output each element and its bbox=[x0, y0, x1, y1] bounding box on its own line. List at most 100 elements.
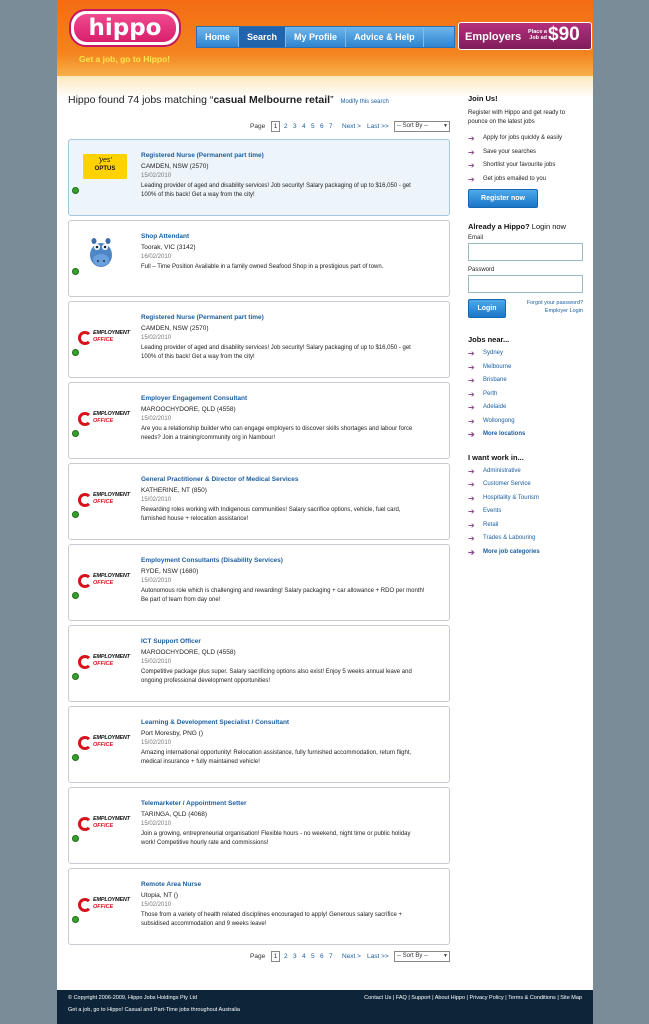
job-ad-price: $90 bbox=[548, 24, 580, 45]
nav-search[interactable]: Search bbox=[239, 27, 287, 47]
sidebar-link[interactable]: ➔ Perth bbox=[468, 390, 584, 404]
more-link[interactable]: ➔ More locations bbox=[468, 430, 584, 444]
nav-my-profile[interactable]: My Profile bbox=[286, 27, 347, 47]
job-title-link[interactable]: Telemarketer / Appointment Setter bbox=[141, 800, 246, 807]
pager-last-link[interactable]: Last >> bbox=[367, 953, 389, 960]
job-description: Are you a relationship builder who can e… bbox=[141, 426, 413, 441]
job-title-link[interactable]: Employment Consultants (Disability Servi… bbox=[141, 557, 283, 564]
login-button[interactable]: Login bbox=[468, 299, 506, 318]
pager-page-link[interactable]: 6 bbox=[320, 123, 324, 130]
more-link[interactable]: ➔ More job categories bbox=[468, 548, 584, 562]
employment-office-swirl-icon bbox=[78, 736, 92, 750]
forgot-password-link[interactable]: Forgot your password? bbox=[527, 299, 583, 307]
item-label: Events bbox=[483, 508, 502, 514]
job-listing[interactable]: EMPLOYMENT OFFICE ICT Support Officer MAROO… bbox=[68, 625, 450, 702]
header-tagline: Get a job, go to Hippo! bbox=[79, 54, 171, 64]
nav-advice-help[interactable]: Advice & Help bbox=[346, 27, 424, 47]
hippo-logo[interactable]: hippo bbox=[69, 9, 181, 47]
pager-page-link[interactable]: 3 bbox=[293, 123, 297, 130]
job-listing[interactable]: 'yes' OPTUS Registered Nurse (Permanent pa… bbox=[68, 139, 450, 216]
join-text: Register with Hippo and get ready to pou… bbox=[468, 110, 566, 125]
pager-page-link[interactable]: 7 bbox=[329, 953, 333, 960]
job-title-link[interactable]: Registered Nurse (Permanent part time) bbox=[141, 314, 264, 321]
email-field[interactable] bbox=[468, 243, 583, 261]
sidebar-link[interactable]: ➔ Trades & Labouring bbox=[468, 534, 584, 548]
employment-office-swirl-icon bbox=[78, 331, 92, 345]
pager-bottom: Page 1 2 3 4 5 6 7 Next > Last >> -- Sort By -- ▼ bbox=[68, 951, 452, 964]
pager-page-link[interactable]: 5 bbox=[311, 123, 315, 130]
pager-page-link[interactable]: 5 bbox=[311, 953, 315, 960]
employers-button[interactable]: Employers Place a Job ad $90 bbox=[458, 22, 592, 50]
pager-next-link[interactable]: Next > bbox=[342, 953, 361, 960]
work-in-list: ➔ Administrative ➔ Customer Service ➔ Hospita… bbox=[468, 467, 584, 562]
item-label: Hospitality & Tourism bbox=[483, 494, 539, 501]
register-button[interactable]: Register now bbox=[468, 189, 538, 208]
arrow-right-icon: ➔ bbox=[468, 147, 475, 157]
pager-last-link[interactable]: Last >> bbox=[367, 123, 389, 130]
arrow-right-icon: ➔ bbox=[468, 174, 475, 184]
job-title-link[interactable]: Learning & Development Specialist / Cons… bbox=[141, 719, 289, 726]
job-listing[interactable]: EMPLOYMENT OFFICE General Practitioner & D… bbox=[68, 463, 450, 540]
sidebar-link[interactable]: ➔ Hospitality & Tourism bbox=[468, 494, 584, 508]
copyright: © Copyright 2006-2009, Hippo Jobs Holdin… bbox=[68, 995, 198, 1001]
sidebar-link[interactable]: ➔ Events bbox=[468, 507, 584, 521]
sidebar-link[interactable]: ➔ Administrative bbox=[468, 467, 584, 481]
job-title-link[interactable]: General Practitioner & Director of Medic… bbox=[141, 476, 299, 483]
employer-login-link[interactable]: Employer Login bbox=[527, 307, 583, 315]
sidebar-link[interactable]: ➔ Melbourne bbox=[468, 363, 584, 377]
job-location: TARINGA, QLD (4068) bbox=[141, 811, 207, 818]
pager-current-page[interactable]: 1 bbox=[271, 951, 280, 962]
sidebar-link[interactable]: ➔ Retail bbox=[468, 521, 584, 535]
status-dot-icon bbox=[72, 430, 79, 437]
footer-links[interactable]: Contact Us | FAQ | Support | About Hippo… bbox=[364, 995, 582, 1001]
job-listing[interactable]: EMPLOYMENT OFFICE Employer Engagement Cons… bbox=[68, 382, 450, 459]
item-label: Brisbane bbox=[483, 377, 507, 383]
employment-office-line1: EMPLOYMENT bbox=[93, 573, 130, 579]
login-heading: Already a Hippo? Login now bbox=[468, 222, 584, 231]
pager-page-link[interactable]: 7 bbox=[329, 123, 333, 130]
arrow-right-icon: ➔ bbox=[468, 430, 475, 439]
results-query: casual Melbourne retail bbox=[213, 94, 331, 106]
job-listing[interactable]: EMPLOYMENT OFFICE Telemarketer / Appointme… bbox=[68, 787, 450, 864]
sidebar-link[interactable]: ➔ Customer Service bbox=[468, 480, 584, 494]
job-title-link[interactable]: Shop Attendant bbox=[141, 233, 189, 240]
job-listing[interactable]: Shop Attendant Toorak, VIC (3142) 16/02/20… bbox=[68, 220, 450, 297]
sort-by-select[interactable]: -- Sort By -- ▼ bbox=[394, 951, 450, 962]
item-label: Get jobs emailed to you bbox=[483, 175, 547, 182]
pager-page-link[interactable]: 3 bbox=[293, 953, 297, 960]
optus-logo-tagline: 'yes' bbox=[98, 157, 112, 164]
job-title-link[interactable]: Employer Engagement Consultant bbox=[141, 395, 247, 402]
sidebar-link[interactable]: ➔ Sydney bbox=[468, 349, 584, 363]
pager-next-link[interactable]: Next > bbox=[342, 123, 361, 130]
pager-page-link[interactable]: 4 bbox=[302, 123, 306, 130]
employment-office-line1: EMPLOYMENT bbox=[93, 411, 130, 417]
sidebar-link[interactable]: ➔ Adelaide bbox=[468, 403, 584, 417]
sidebar-link[interactable]: ➔ Wollongong bbox=[468, 417, 584, 431]
pager-page-link[interactable]: 4 bbox=[302, 953, 306, 960]
password-label: Password bbox=[468, 267, 495, 273]
pager-page-link[interactable]: 2 bbox=[284, 123, 288, 130]
job-title-link[interactable]: Remote Area Nurse bbox=[141, 881, 201, 888]
job-listing[interactable]: EMPLOYMENT OFFICE Employment Consultants (… bbox=[68, 544, 450, 621]
employment-office-line1: EMPLOYMENT bbox=[93, 897, 130, 903]
arrow-right-icon: ➔ bbox=[468, 534, 475, 543]
sort-by-select[interactable]: -- Sort By -- ▼ bbox=[394, 121, 450, 132]
password-field[interactable] bbox=[468, 275, 583, 293]
job-listing[interactable]: EMPLOYMENT OFFICE Remote Area Nurse Utopia,… bbox=[68, 868, 450, 945]
job-description: Leading provider of aged and disability … bbox=[141, 183, 411, 198]
job-title-link[interactable]: Registered Nurse (Permanent part time) bbox=[141, 152, 264, 159]
sidebar-link[interactable]: ➔ Brisbane bbox=[468, 376, 584, 390]
job-listing[interactable]: EMPLOYMENT OFFICE Learning & Development S… bbox=[68, 706, 450, 783]
nav-home[interactable]: Home bbox=[197, 27, 240, 47]
status-dot-icon bbox=[72, 916, 79, 923]
job-listing[interactable]: EMPLOYMENT OFFICE Registered Nurse (Perman… bbox=[68, 301, 450, 378]
hippo-logo-text: hippo bbox=[74, 14, 176, 42]
job-title-link[interactable]: ICT Support Officer bbox=[141, 638, 201, 645]
pager-page-link[interactable]: 2 bbox=[284, 953, 288, 960]
modify-search-link[interactable]: Modify this search bbox=[340, 99, 388, 105]
pager-current-page[interactable]: 1 bbox=[271, 121, 280, 132]
pager-label: Page bbox=[250, 953, 266, 960]
sort-by-value: -- Sort By -- bbox=[397, 123, 428, 129]
arrow-right-icon: ➔ bbox=[468, 520, 475, 530]
pager-page-link[interactable]: 6 bbox=[320, 953, 324, 960]
